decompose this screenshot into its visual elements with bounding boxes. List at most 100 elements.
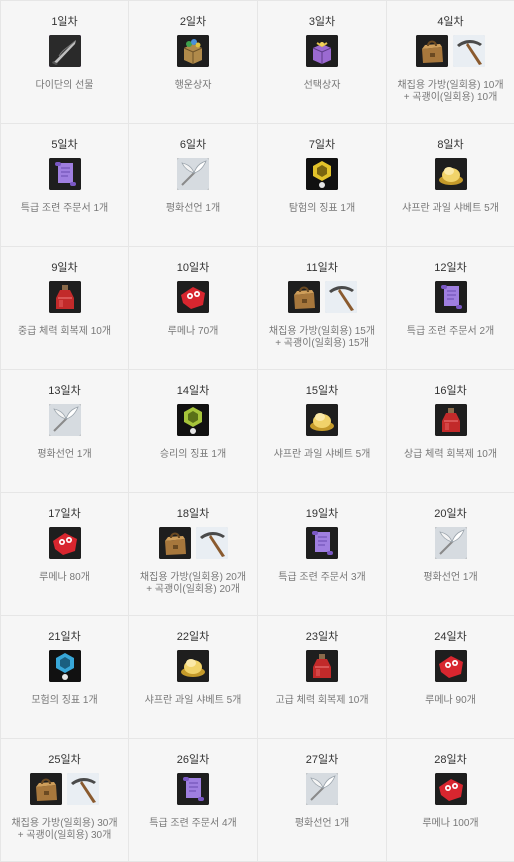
gathering-bag-icon [158, 527, 191, 559]
reward-description: 행운상자 [174, 80, 212, 91]
reward-cell: 17일차루메나 80개 [1, 493, 129, 616]
reward-description: 고급 체력 회복제 10개 [275, 695, 369, 706]
reward-icons [48, 281, 81, 313]
reward-icons [306, 158, 338, 190]
reward-cell: 26일차특급 조련 주문서 4개 [129, 739, 258, 862]
reward-description: 평화선언 1개 [294, 818, 350, 829]
reward-cell: 5일차특급 조련 주문서 1개 [1, 124, 129, 247]
peace-declaration-icon [306, 773, 338, 805]
reward-description: 채집용 가방(일회용) 20개 + 곡괭이(일회용) 20개 [139, 572, 247, 595]
scroll-icon [177, 773, 209, 805]
reward-icons [48, 35, 81, 67]
reward-icons [48, 527, 81, 559]
reward-icons [306, 35, 338, 67]
reward-icons [434, 404, 467, 436]
reward-description: 루메나 90개 [425, 695, 476, 706]
reward-cell: 22일차 샤프란 과일 샤베트 5개 [129, 616, 258, 739]
reward-icons [306, 404, 338, 436]
lucky-box-icon [177, 35, 209, 67]
reward-description: 특급 조련 주문서 2개 [406, 326, 495, 337]
reward-icons [177, 158, 209, 190]
reward-description: 특급 조련 주문서 1개 [20, 203, 109, 214]
reward-cell: 12일차 특급 조련 주문서 2개 [387, 247, 514, 370]
adventure-token-icon [48, 650, 81, 682]
reward-cell: 6일차평화선언 1개 [129, 124, 258, 247]
reward-day-label: 8일차 [437, 139, 464, 151]
choice-box-icon [306, 35, 338, 67]
reward-icons [177, 35, 209, 67]
reward-day-label: 22일차 [176, 631, 210, 643]
peace-declaration-icon [177, 158, 209, 190]
reward-icons [48, 158, 81, 190]
reward-day-label: 7일차 [308, 139, 336, 151]
reward-cell: 1일차 다이단의 선물 [1, 1, 129, 124]
reward-cell: 19일차 특급 조련 주문서 3개 [258, 493, 387, 616]
reward-description: 특급 조련 주문서 4개 [149, 818, 237, 829]
reward-cell: 9일차중급 체력 회복제 10개 [1, 247, 129, 370]
reward-cell: 27일차평화선언 1개 [258, 739, 387, 862]
reward-description: 채집용 가방(일회용) 10개 + 곡괭이(일회용) 10개 [397, 80, 504, 103]
reward-description: 모험의 징표 1개 [31, 695, 98, 706]
reward-day-label: 26일차 [176, 754, 210, 766]
reward-icons [158, 527, 228, 559]
reward-icons [287, 281, 357, 313]
reward-description: 샤프란 과일 샤베트 5개 [402, 203, 499, 214]
reward-icons [434, 158, 467, 190]
reward-description: 중급 체력 회복제 10개 [17, 326, 112, 337]
reward-cell: 3일차 선택상자 [258, 1, 387, 124]
exploration-token-icon [306, 158, 338, 190]
reward-icons [434, 527, 467, 559]
reward-cell: 18일차채집용 가방(일회용) 20개 + 곡괭이(일회용) 20개 [129, 493, 258, 616]
reward-description: 다이단의 선물 [35, 80, 94, 91]
reward-cell: 7일차 탐험의 징표 1개 [258, 124, 387, 247]
reward-day-label: 28일차 [434, 754, 467, 766]
sherbet-icon [306, 404, 338, 436]
reward-description: 루메나 80개 [39, 572, 90, 583]
reward-cell: 16일차 상급 체력 회복제 10개 [387, 370, 514, 493]
reward-icons [177, 404, 209, 436]
reward-day-label: 6일차 [179, 139, 207, 151]
reward-cell: 11일차채집용 가방(일회용) 15개 + 곡괭이(일회용) 15개 [258, 247, 387, 370]
attendance-reward-grid: 1일차 다이단의 선물 2일차 행운상자 3일차 선택상자 4일차채집용 가방(일회용) 1… [0, 0, 514, 862]
reward-description: 평화선언 1개 [423, 572, 478, 583]
reward-day-label: 16일차 [434, 385, 467, 397]
reward-icons [30, 773, 99, 805]
reward-day-label: 17일차 [48, 508, 81, 520]
reward-icons [48, 404, 81, 436]
victory-token-icon [177, 404, 209, 436]
reward-day-label: 14일차 [176, 385, 210, 397]
reward-day-label: 5일차 [51, 139, 78, 151]
lumena-icon [434, 650, 467, 682]
reward-cell: 23일차 고급 체력 회복제 10개 [258, 616, 387, 739]
scroll-icon [48, 158, 81, 190]
reward-day-label: 4일차 [437, 16, 464, 28]
reward-day-label: 18일차 [176, 508, 210, 520]
potion-icon [48, 281, 81, 313]
reward-day-label: 11일차 [306, 262, 338, 274]
reward-icons [434, 281, 467, 313]
reward-cell: 2일차 행운상자 [129, 1, 258, 124]
reward-cell: 13일차 평화선언 1개 [1, 370, 129, 493]
reward-day-label: 9일차 [51, 262, 78, 274]
sherbet-icon [434, 158, 467, 190]
reward-cell: 14일차 승리의 징표 1개 [129, 370, 258, 493]
reward-description: 채집용 가방(일회용) 15개 + 곡괭이(일회용) 15개 [268, 326, 376, 349]
lumena-icon [177, 281, 209, 313]
reward-icons [416, 35, 485, 67]
reward-cell: 21일차모험의 징표 1개 [1, 616, 129, 739]
lumena-icon [48, 527, 81, 559]
reward-cell: 8일차샤프란 과일 샤베트 5개 [387, 124, 514, 247]
reward-day-label: 27일차 [305, 754, 339, 766]
reward-description: 샤프란 과일 샤베트 5개 [273, 449, 371, 460]
reward-description: 선택상자 [303, 80, 341, 91]
reward-description: 특급 조련 주문서 3개 [278, 572, 366, 583]
reward-cell: 25일차 채집용 가방(일회용) 30개 + 곡괭이(일회용) 30개 [1, 739, 129, 862]
reward-icons [434, 650, 467, 682]
reward-day-label: 15일차 [305, 385, 339, 397]
reward-icons [306, 650, 338, 682]
gathering-bag-icon [416, 35, 448, 67]
reward-icons [177, 281, 209, 313]
reward-day-label: 21일차 [48, 631, 81, 643]
reward-description: 평화선언 1개 [165, 203, 221, 214]
lumena-icon [434, 773, 467, 805]
